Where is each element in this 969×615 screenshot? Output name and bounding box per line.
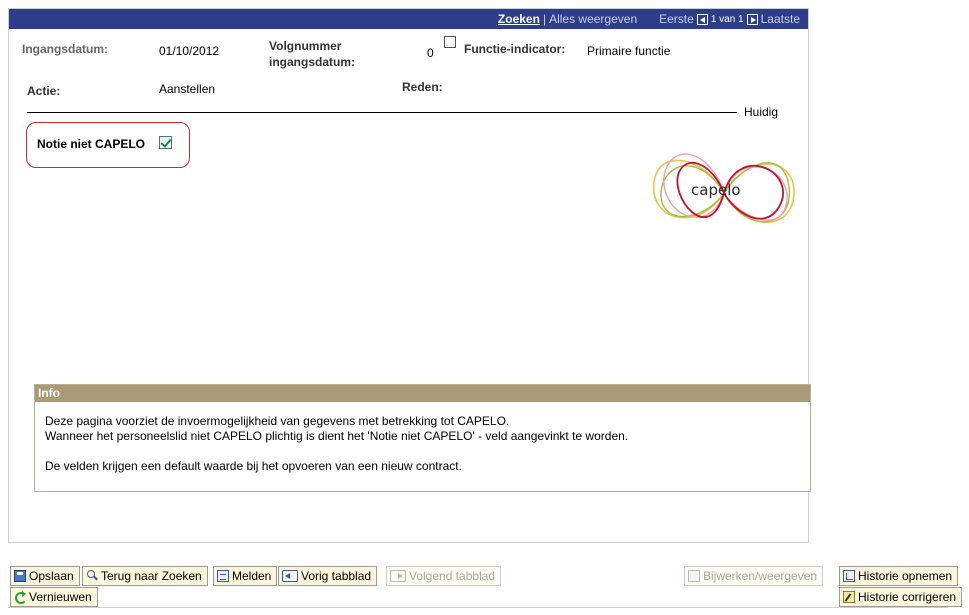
page-frame: Zoeken | Alles weergeven Eerste 1 van 1 … (8, 8, 811, 543)
next-record-icon[interactable] (746, 13, 758, 25)
capelo-logo: capelo (653, 153, 795, 223)
volgnummer-label-line2: ingangsdatum: (269, 55, 355, 69)
refresh-icon (14, 591, 27, 604)
volgnummer-checkbox[interactable] (444, 36, 456, 48)
save-icon (14, 570, 26, 582)
previous-record-icon[interactable] (696, 13, 708, 25)
ingangsdatum-label: Ingangsdatum: (22, 42, 108, 56)
next-tab-button[interactable]: Volgend tabblad (386, 566, 502, 586)
update-view-label: Bijwerken/weergeven (703, 569, 818, 583)
actie-label: Actie: (27, 84, 61, 98)
update-view-button[interactable]: Bijwerken/weergeven (684, 566, 824, 586)
previous-tab-label: Vorig tabblad (301, 569, 372, 583)
save-label: Opslaan (29, 569, 74, 583)
update-view-icon (688, 570, 700, 582)
info-title: Info (35, 385, 810, 402)
notify-icon (217, 570, 229, 582)
notie-niet-capelo-label: Notie niet CAPELO (37, 137, 146, 151)
logo-text: capelo (691, 181, 741, 199)
actie-value: Aanstellen (159, 82, 216, 96)
status-label: Huidig (744, 105, 779, 119)
correct-history-icon (843, 591, 855, 603)
include-history-button[interactable]: Historie opnemen (839, 566, 959, 586)
separator: | (542, 12, 547, 26)
info-panel: Info Deze pagina voorziet de invoermogel… (34, 384, 811, 492)
notify-button[interactable]: Melden (213, 566, 278, 586)
next-tab-icon (390, 570, 406, 582)
last-link[interactable]: Laatste (761, 12, 800, 26)
functie-indicator-label: Functie-indicator: (464, 42, 566, 56)
bottom-divider (8, 607, 948, 608)
record-counter: 1 van 1 (710, 13, 744, 25)
search-link[interactable]: Zoeken (498, 12, 540, 26)
info-line-3: De velden krijgen een default waarde bij… (45, 459, 462, 473)
search-icon (86, 570, 98, 582)
include-history-label: Historie opnemen (858, 569, 953, 583)
save-button[interactable]: Opslaan (10, 566, 80, 586)
notie-niet-capelo-checkbox[interactable] (159, 136, 172, 149)
previous-tab-button[interactable]: Vorig tabblad (278, 566, 378, 586)
first-link[interactable]: Eerste (659, 12, 694, 26)
info-line-2: Wanneer het personeelslid niet CAPELO pl… (45, 429, 629, 443)
history-icon (843, 570, 855, 582)
refresh-button[interactable]: Vernieuwen (10, 587, 98, 607)
next-tab-label: Volgend tabblad (409, 569, 496, 583)
correct-history-button[interactable]: Historie corrigeren (839, 587, 963, 607)
volgnummer-label-line1: Volgnummer (269, 39, 342, 53)
correct-history-label: Historie corrigeren (858, 590, 957, 604)
back-to-search-button[interactable]: Terug naar Zoeken (82, 566, 208, 586)
previous-tab-icon (282, 570, 298, 582)
reden-label: Reden: (402, 80, 443, 94)
show-all-link[interactable]: Alles weergeven (549, 12, 637, 26)
volgnummer-value: 0 (427, 46, 434, 60)
record-navigation-bar: Zoeken | Alles weergeven Eerste 1 van 1 … (9, 9, 808, 29)
info-body: Deze pagina voorziet de invoermogelijkhe… (35, 402, 810, 474)
ingangsdatum-value: 01/10/2012 (159, 44, 220, 58)
back-to-search-label: Terug naar Zoeken (101, 569, 202, 583)
functie-indicator-value: Primaire functie (587, 44, 671, 58)
section-divider (27, 112, 737, 113)
notify-label: Melden (232, 569, 272, 583)
refresh-label: Vernieuwen (29, 590, 92, 604)
info-line-1: Deze pagina voorziet de invoermogelijkhe… (45, 414, 510, 428)
